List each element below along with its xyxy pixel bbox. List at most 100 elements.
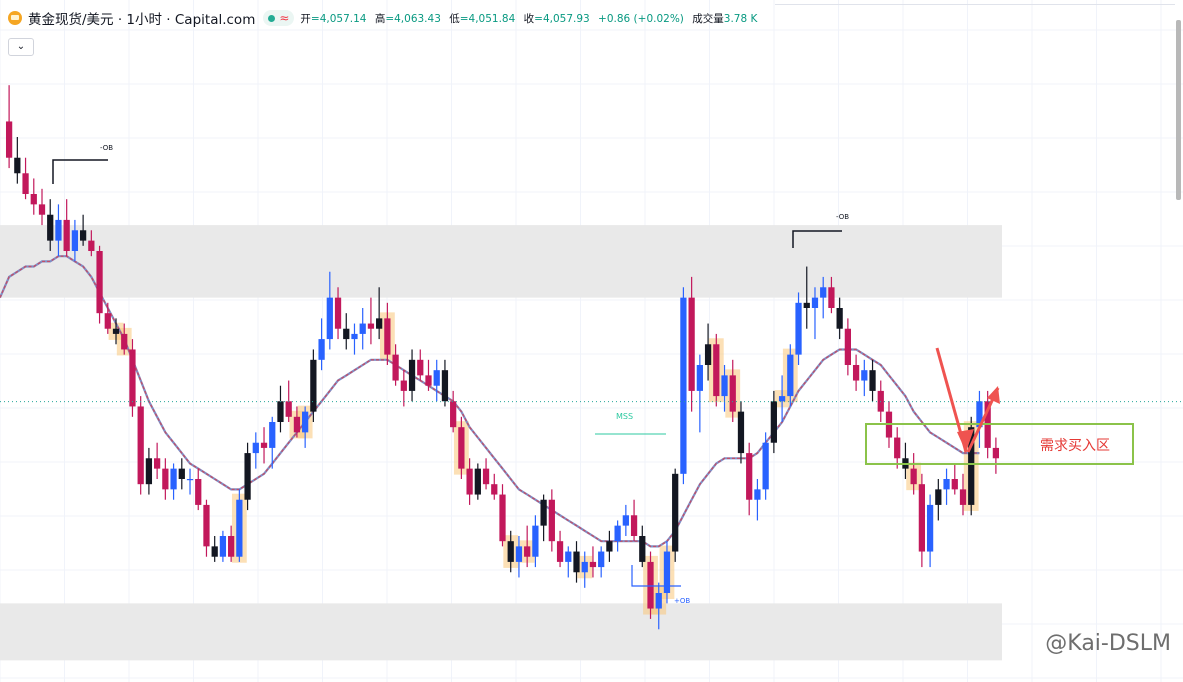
candle-body: [433, 370, 440, 386]
candle-body: [844, 328, 851, 365]
candle-body: [713, 344, 720, 397]
candle-body: [803, 302, 810, 308]
candle-body: [836, 308, 843, 329]
candle-body: [310, 359, 317, 412]
ob-bracket-left: [52, 159, 108, 184]
chevron-down-icon: ⌄: [16, 41, 26, 52]
candle-body: [450, 401, 457, 428]
candle-body: [203, 504, 210, 547]
candle-body: [556, 541, 564, 562]
candle-body: [408, 359, 416, 391]
candle-body: [540, 499, 547, 526]
candle-body: [137, 406, 144, 485]
volume-label: 成交量: [692, 12, 724, 25]
candle-body: [302, 411, 309, 433]
supply-demand-zone: [0, 225, 1002, 298]
mss-label: MSS: [616, 412, 633, 421]
candle-body: [951, 479, 958, 490]
candle-body: [639, 536, 646, 562]
status-pill[interactable]: ≈: [263, 10, 295, 26]
candle-body: [721, 375, 728, 397]
candle-body: [244, 453, 251, 500]
close-value: =4,057.93: [534, 12, 590, 25]
candle-body: [482, 468, 490, 485]
candle-body: [532, 525, 539, 557]
candle-body: [894, 437, 901, 459]
candle-body: [425, 375, 432, 386]
candle-body: [606, 541, 613, 552]
candle-body: [589, 561, 597, 568]
market-open-dot-icon: [268, 14, 276, 22]
candle-body: [918, 484, 926, 552]
candle-body: [926, 504, 934, 552]
candle-body: [795, 302, 802, 355]
candle-body: [186, 479, 194, 481]
candle-body: [770, 401, 777, 443]
candle-body: [400, 380, 407, 391]
open-value: =4,057.14: [310, 12, 367, 25]
candle-body: [392, 354, 399, 381]
chart-grid: [0, 0, 1183, 682]
candlestick-chart[interactable]: -OB -OB MSS +OB 需求买入区: [0, 0, 1183, 682]
candle-body: [647, 561, 654, 609]
candle-body: [688, 297, 695, 391]
candle-body: [334, 297, 342, 329]
close-label: 收: [523, 12, 535, 25]
candle-body: [614, 525, 621, 542]
supply-demand-zone: [0, 603, 1002, 661]
candle-body: [154, 458, 161, 469]
candle-body: [581, 561, 588, 573]
candle-body: [441, 370, 449, 402]
candle-body: [737, 411, 745, 454]
ohlc-readout: 开=4,057.14 高=4,063.43 低=4,051.84 收=4,057…: [300, 11, 762, 26]
watermark: @Kai-DSLM: [1045, 631, 1171, 656]
candle-body: [680, 297, 687, 474]
candle-body: [861, 370, 868, 381]
high-value: =4,063.43: [385, 12, 441, 25]
candle-body: [622, 515, 629, 526]
candle-body: [630, 515, 638, 536]
candle-body: [14, 157, 21, 174]
candle-body: [417, 359, 424, 376]
demand-zone-label: 需求买入区: [1040, 438, 1110, 454]
candle-body: [318, 339, 325, 360]
candle-body: [499, 494, 506, 542]
open-label: 开: [300, 12, 311, 25]
candle-body: [211, 546, 218, 557]
chart-header: 黄金现货/美元 · 1小时 · Capital.com ≈ 开=4,057.14…: [8, 8, 762, 28]
candle-body: [943, 479, 950, 490]
top-border: [775, 0, 1175, 5]
candle-body: [672, 473, 679, 552]
gold-symbol-icon: [8, 11, 22, 25]
change-value: +0.86 (+0.02%): [598, 12, 684, 25]
candle-body: [22, 173, 29, 194]
candle-body: [71, 230, 79, 251]
candle-body: [170, 468, 177, 490]
candle-body: [47, 214, 54, 241]
symbol-title[interactable]: 黄金现货/美元 · 1小时 · Capital.com: [28, 8, 255, 28]
candle-body: [729, 375, 736, 412]
candle-body: [515, 546, 523, 562]
candle-body: [852, 365, 860, 381]
candle-body: [343, 328, 350, 340]
candle-body: [162, 468, 169, 490]
candle-body: [269, 422, 276, 448]
candle-body: [178, 468, 185, 479]
candle-body: [252, 442, 259, 454]
candle-body: [326, 297, 333, 340]
candle-body: [507, 541, 514, 562]
candle-body: [598, 551, 605, 568]
candle-body: [663, 551, 671, 593]
candle-body: [384, 318, 391, 355]
collapse-legend-button[interactable]: ⌄: [8, 38, 34, 56]
candles: [5, 85, 1000, 630]
candle-body: [228, 536, 235, 557]
candle-body: [548, 499, 555, 542]
ob-label-bottom: +OB: [674, 597, 690, 605]
candle-body: [474, 468, 481, 495]
scrollbar-thumb[interactable]: [1176, 20, 1181, 200]
candle-body: [811, 297, 819, 308]
candle-body: [277, 401, 284, 422]
candle-body: [5, 121, 13, 158]
candle-body: [696, 365, 703, 391]
